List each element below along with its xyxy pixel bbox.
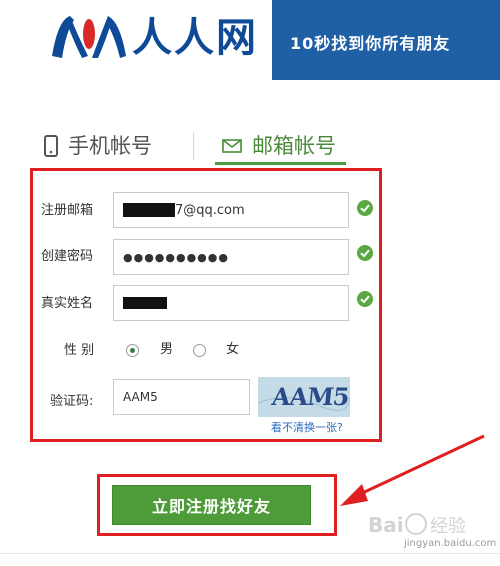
- bottom-divider: [0, 553, 500, 554]
- envelope-icon: [222, 139, 242, 153]
- captcha-image[interactable]: AAM5: [258, 377, 350, 417]
- captcha-input-value: AAM5: [123, 390, 158, 404]
- logo-text: 人人网: [132, 15, 258, 61]
- svg-text:Bai: Bai: [368, 513, 404, 537]
- tab-email-account[interactable]: 邮箱帐号: [222, 130, 336, 162]
- gender-female-label: 女: [226, 342, 240, 357]
- captcha-input[interactable]: AAM5: [113, 379, 250, 415]
- gender-male-radio[interactable]: [126, 344, 139, 357]
- tab-divider: [193, 132, 194, 160]
- gender-male-label: 男: [160, 342, 174, 357]
- email-value: 7@qq.com: [175, 202, 245, 218]
- gender-female-radio[interactable]: [193, 344, 206, 357]
- redacted-email-prefix: [123, 203, 175, 217]
- password-field[interactable]: ●●●●●●●●●●: [113, 239, 349, 275]
- realname-field[interactable]: [113, 285, 349, 321]
- captcha-label: 验证码:: [50, 394, 94, 409]
- renren-logo-icon: [52, 16, 126, 58]
- watermark-text: jingyan.baidu.com: [404, 538, 497, 549]
- header-slogan: 10秒找到你所有朋友: [290, 34, 451, 53]
- valid-check-icon: [357, 245, 373, 261]
- mobile-phone-icon: [44, 135, 58, 157]
- header-left-strip: [0, 0, 40, 80]
- email-label: 注册邮箱: [41, 203, 94, 218]
- redacted-name: [123, 297, 167, 309]
- tab-mobile-label: 手机帐号: [68, 134, 152, 158]
- refresh-captcha-link[interactable]: 看不清换一张?: [271, 421, 343, 435]
- register-submit-button[interactable]: 立即注册找好友: [112, 485, 311, 525]
- gender-label: 性 别: [64, 343, 95, 358]
- realname-label: 真实姓名: [41, 296, 94, 311]
- valid-check-icon: [357, 291, 373, 307]
- password-label: 创建密码: [41, 249, 94, 264]
- svg-text:经验: 经验: [430, 516, 466, 537]
- active-tab-indicator: [215, 162, 346, 165]
- valid-check-icon: [357, 200, 373, 216]
- tab-mobile-account[interactable]: 手机帐号: [44, 130, 152, 162]
- email-field[interactable]: 7@qq.com: [113, 192, 349, 228]
- password-value: ●●●●●●●●●●: [123, 250, 229, 264]
- tab-email-label: 邮箱帐号: [252, 134, 336, 158]
- captcha-text: AAM5: [270, 382, 350, 411]
